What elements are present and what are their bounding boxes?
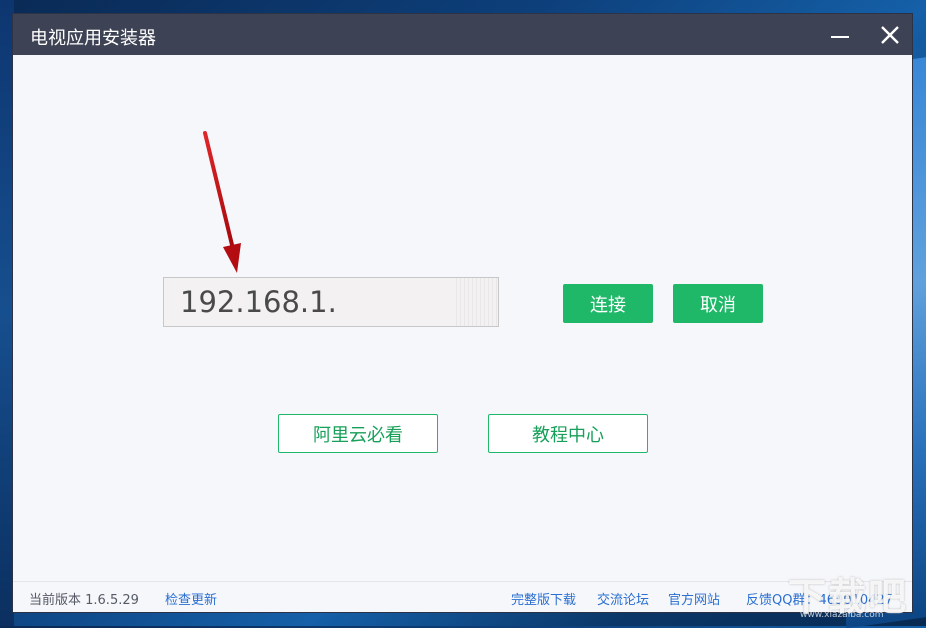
installer-window: 电视应用安装器 连接 取消 阿里云必看 教程中心 当前版本 1.6.5.29 检… [13,14,912,612]
ip-address-input[interactable] [163,277,499,327]
desktop-background-left [0,0,14,626]
minimize-icon [831,36,849,38]
check-update-link[interactable]: 检查更新 [165,589,217,608]
watermark-url: www.xiazaiba.com [800,610,884,620]
tutorial-center-button[interactable]: 教程中心 [488,414,648,453]
forum-link[interactable]: 交流论坛 [597,589,649,608]
title-bar[interactable]: 电视应用安装器 [13,14,912,55]
window-title: 电视应用安装器 [30,28,156,49]
version-label: 当前版本 1.6.5.29 [29,593,139,608]
red-arrow-annotation [203,131,241,273]
cancel-button[interactable]: 取消 [673,284,763,323]
aliyun-guide-button[interactable]: 阿里云必看 [278,414,438,453]
official-site-link[interactable]: 官方网站 [668,589,720,608]
status-bar: 当前版本 1.6.5.29 检查更新 完整版下载 交流论坛 官方网站 反馈QQ群… [13,581,912,612]
full-download-link[interactable]: 完整版下载 [511,589,576,608]
minimize-button[interactable] [825,20,855,50]
close-icon [881,26,899,44]
connect-button[interactable]: 连接 [563,284,653,323]
close-button[interactable] [875,20,905,50]
